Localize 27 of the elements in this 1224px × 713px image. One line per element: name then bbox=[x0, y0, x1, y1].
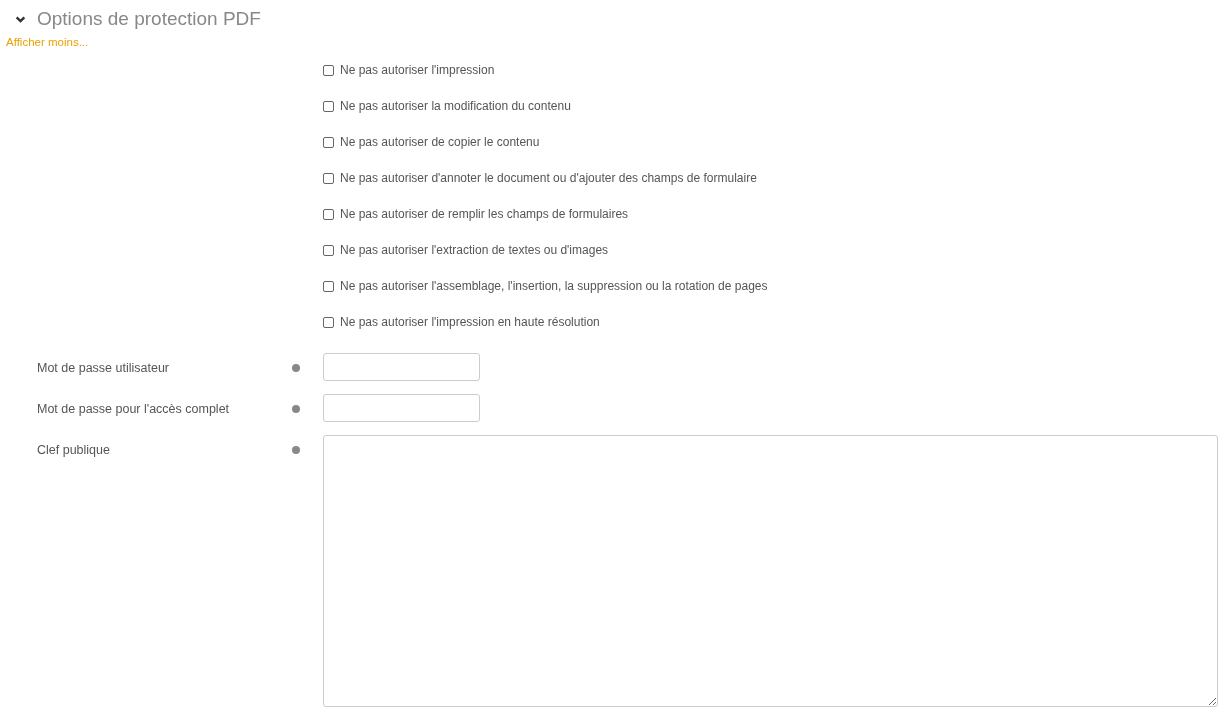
checkbox-label: Ne pas autoriser l'assemblage, l'insertion, la suppression ou la rotation de pages bbox=[340, 279, 768, 293]
checkbox-label: Ne pas autoriser d'annoter le document ou d'ajouter des champs de formulaire bbox=[340, 171, 757, 185]
field-label: Mot de passe pour l'accès complet bbox=[36, 401, 231, 416]
show-less-link[interactable]: Afficher moins... bbox=[6, 36, 89, 48]
help-icon[interactable] bbox=[292, 405, 300, 413]
help-icon[interactable] bbox=[292, 364, 300, 372]
checkbox[interactable] bbox=[323, 64, 334, 76]
checkbox-label: Ne pas autoriser l'impression bbox=[340, 63, 495, 77]
checkbox-label: Ne pas autoriser la modification du contenu bbox=[340, 99, 571, 113]
checkbox[interactable] bbox=[323, 100, 334, 112]
checkbox-label: Ne pas autoriser de remplir les champs de formulaires bbox=[340, 207, 629, 221]
checkbox[interactable] bbox=[323, 280, 334, 292]
input-field[interactable] bbox=[323, 394, 480, 422]
checkbox[interactable] bbox=[323, 208, 334, 220]
field-label: Clef publique bbox=[36, 442, 111, 457]
checkbox[interactable] bbox=[323, 316, 334, 328]
chevron-down-icon[interactable] bbox=[15, 13, 26, 25]
help-icon[interactable] bbox=[292, 446, 300, 454]
input-field[interactable] bbox=[323, 353, 480, 381]
checkbox-label: Ne pas autoriser l'extraction de textes ou d'images bbox=[340, 243, 609, 257]
section-title[interactable]: Options de protection PDF bbox=[37, 8, 261, 30]
checkbox-label: Ne pas autoriser l'impression en haute résolution bbox=[340, 315, 600, 329]
checkbox[interactable] bbox=[323, 244, 334, 256]
checkbox[interactable] bbox=[323, 136, 334, 148]
checkbox-label: Ne pas autoriser de copier le contenu bbox=[340, 135, 540, 149]
field-label: Mot de passe utilisateur bbox=[36, 360, 170, 375]
checkbox[interactable] bbox=[323, 172, 334, 184]
